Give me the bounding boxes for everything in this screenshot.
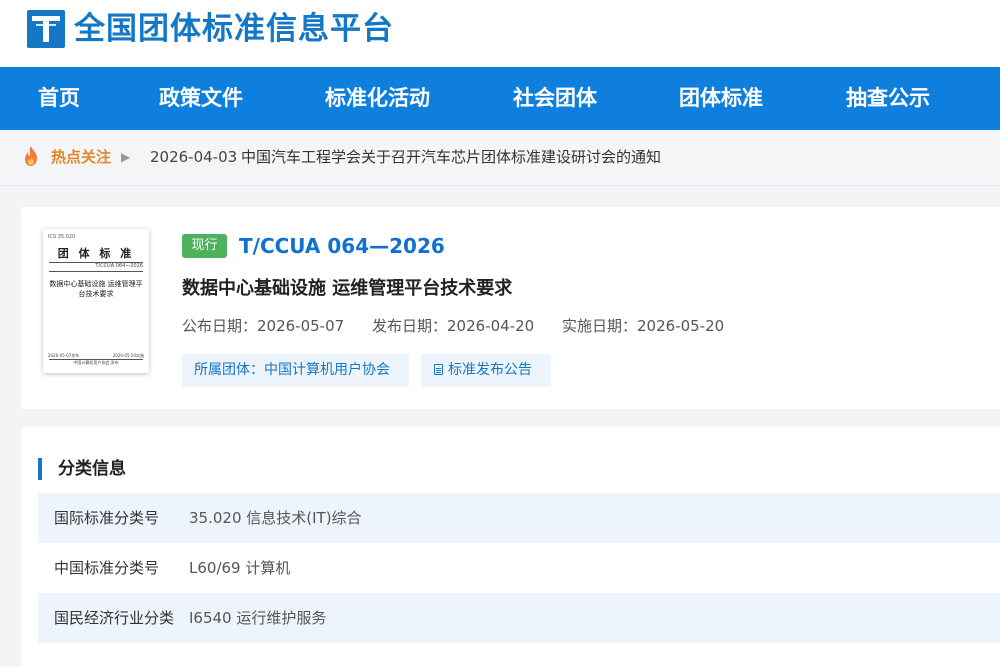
section-title: 分类信息 [58,459,126,479]
flame-icon [25,146,37,166]
standard-name: 数据中心基础设施 运维管理平台技术要求 [182,278,513,299]
cover-code: T/CCUA 064—2026 [95,263,143,269]
standard-cover-thumbnail[interactable]: ICS 35.020 团 体 标 准 T/CCUA 064—2026 数据中心基… [43,229,149,373]
cover-divider [49,271,143,272]
section-marker [38,458,42,480]
cover-ics: ICS 35.020 [48,234,76,240]
site-title[interactable]: 全国团体标准信息平台 [74,8,394,50]
release-notice-button[interactable]: 标准发布公告 [421,354,551,387]
release-date: 发布日期：2026-04-20 [372,317,535,335]
row-value: 35.020 信息技术(IT)综合 [189,509,362,527]
nav-item-activities[interactable]: 标准化活动 [325,67,430,130]
nav-item-standards[interactable]: 团体标准 [679,67,763,130]
row-label: 国民经济行业分类 [54,609,175,627]
table-row: 国民经济行业分类 I6540 运行维护服务 [38,593,1000,643]
hot-news-link[interactable]: 中国汽车工程学会关于召开汽车芯片团体标准建设研讨会的通知 [241,145,661,169]
nav-item-home[interactable]: 首页 [38,67,80,130]
hot-news-date: 2026-04-03 [150,148,238,166]
implement-date: 实施日期：2026-05-20 [562,317,725,335]
platform-logo-icon[interactable] [27,10,65,48]
table-row: 国际标准分类号 35.020 信息技术(IT)综合 [38,493,1000,543]
main-nav: 首页 政策文件 标准化活动 社会团体 团体标准 抽查公示 [0,67,1000,130]
cover-title: 团 体 标 准 [57,247,135,260]
organization-link[interactable]: 所属团体：中国计算机用户协会 [182,354,409,387]
cover-name: 数据中心基础设施 运维管理平台技术要求 [49,280,143,298]
row-label: 中国标准分类号 [54,559,160,577]
hot-news-arrow: ▶ [121,150,131,164]
hot-news-label: 热点关注 [51,148,112,166]
organization-label: 所属团体：中国计算机用户协会 [194,362,390,378]
nav-item-inspection[interactable]: 抽查公示 [846,67,930,130]
document-icon [434,364,443,375]
cover-org: 中国计算机用户协会 发布 [73,360,119,365]
status-badge: 现行 [182,234,227,258]
nav-item-groups[interactable]: 社会团体 [513,67,597,130]
nav-item-policy[interactable]: 政策文件 [159,67,243,130]
site-header: 全国团体标准信息平台 [0,0,1000,67]
row-value: I6540 运行维护服务 [189,609,327,627]
row-value: L60/69 计算机 [189,559,291,577]
standard-code: T/CCUA 064—2026 [239,234,445,258]
table-row: 中国标准分类号 L60/69 计算机 [38,543,1000,593]
row-label: 国际标准分类号 [54,509,160,527]
announce-date: 公布日期：2026-05-07 [182,317,345,335]
release-notice-label: 标准发布公告 [448,362,532,378]
